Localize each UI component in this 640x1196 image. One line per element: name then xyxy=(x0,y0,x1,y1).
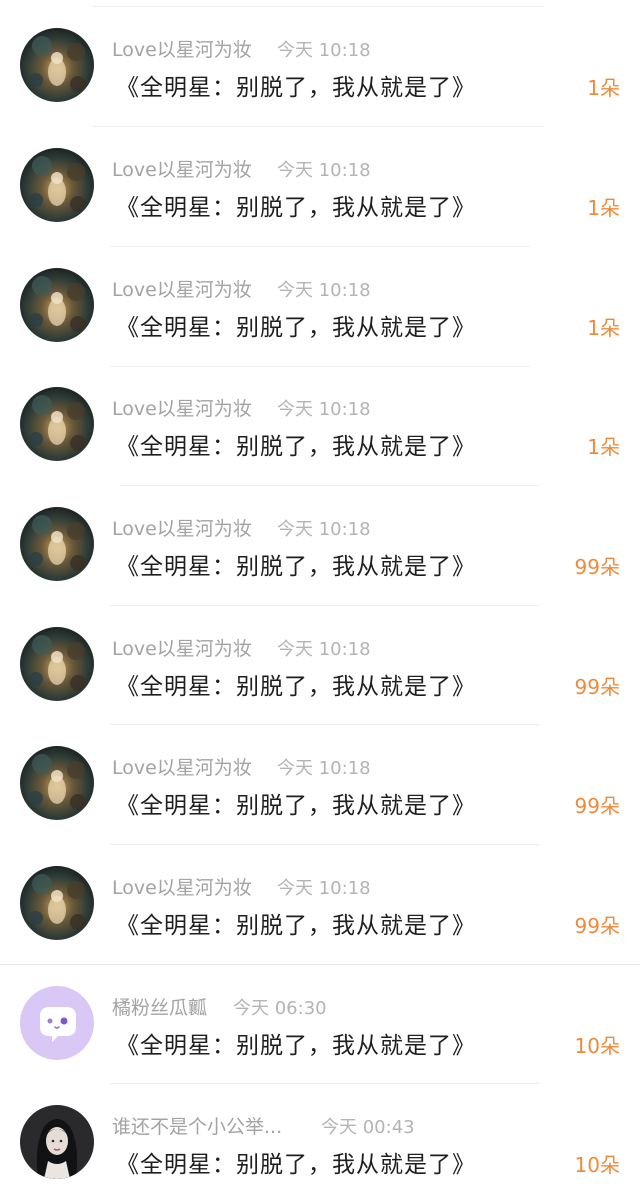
novel-title[interactable]: 《全明星：别脱了，我从就是了》 xyxy=(116,786,476,820)
sender-name[interactable]: Love以星河为妆 xyxy=(112,394,252,421)
list-item[interactable]: Love以星河为妆 今天 10:18 《全明星：别脱了，我从就是了》 99朵 xyxy=(0,599,640,718)
user-avatar[interactable] xyxy=(20,268,94,342)
galaxy-avatar-icon xyxy=(20,28,94,102)
flower-count: 1朵 xyxy=(587,196,620,220)
user-avatar[interactable] xyxy=(20,866,94,940)
list-item[interactable]: Love以星河为妆 今天 10:18 《全明星：别脱了，我从就是了》 1朵 xyxy=(0,0,640,119)
send-time: 今天 10:18 xyxy=(277,399,371,420)
flower-count: 1朵 xyxy=(587,316,620,340)
user-avatar[interactable] xyxy=(20,387,94,461)
novel-title[interactable]: 《全明星：别脱了，我从就是了》 xyxy=(116,1145,476,1179)
flower-count: 99朵 xyxy=(574,794,620,818)
sender-name[interactable]: 谁还不是个小公举... xyxy=(112,1112,282,1139)
flower-count: 1朵 xyxy=(587,76,620,100)
user-avatar[interactable] xyxy=(20,627,94,701)
user-avatar[interactable] xyxy=(20,148,94,222)
galaxy-avatar-icon xyxy=(20,268,94,342)
chat-bubble-avatar-icon xyxy=(20,986,94,1060)
sender-name[interactable]: Love以星河为妆 xyxy=(112,873,252,900)
user-avatar[interactable] xyxy=(20,1105,94,1179)
novel-title[interactable]: 《全明星：别脱了，我从就是了》 xyxy=(116,906,476,940)
sender-name[interactable]: Love以星河为妆 xyxy=(112,634,252,661)
list-item[interactable]: Love以星河为妆 今天 10:18 《全明星：别脱了，我从就是了》 99朵 xyxy=(0,718,640,837)
sender-name[interactable]: Love以星河为妆 xyxy=(112,155,252,182)
send-time: 今天 10:18 xyxy=(277,878,371,899)
sender-name[interactable]: Love以星河为妆 xyxy=(112,275,252,302)
list-item[interactable]: Love以星河为妆 今天 10:18 《全明星：别脱了，我从就是了》 99朵 xyxy=(0,838,640,957)
send-time: 今天 10:18 xyxy=(277,40,371,61)
user-avatar[interactable] xyxy=(20,507,94,581)
novel-title[interactable]: 《全明星：别脱了，我从就是了》 xyxy=(116,1026,476,1060)
send-time: 今天 10:18 xyxy=(277,280,371,301)
novel-title[interactable]: 《全明星：别脱了，我从就是了》 xyxy=(116,667,476,701)
list-item[interactable]: Love以星河为妆 今天 10:18 《全明星：别脱了，我从就是了》 1朵 xyxy=(0,240,640,359)
send-time: 今天 10:18 xyxy=(277,519,371,540)
galaxy-avatar-icon xyxy=(20,387,94,461)
user-avatar[interactable] xyxy=(20,746,94,820)
sender-name[interactable]: Love以星河为妆 xyxy=(112,753,252,780)
flower-count: 99朵 xyxy=(574,914,620,938)
galaxy-avatar-icon xyxy=(20,866,94,940)
flower-count: 99朵 xyxy=(574,555,620,579)
send-time: 今天 10:18 xyxy=(277,639,371,660)
user-avatar[interactable] xyxy=(20,28,94,102)
flower-count: 10朵 xyxy=(574,1034,620,1058)
send-time: 今天 10:18 xyxy=(277,758,371,779)
flower-count: 99朵 xyxy=(574,675,620,699)
flower-count: 10朵 xyxy=(574,1153,620,1177)
galaxy-avatar-icon xyxy=(20,507,94,581)
send-time: 今天 06:30 xyxy=(233,998,327,1019)
novel-title[interactable]: 《全明星：别脱了，我从就是了》 xyxy=(116,427,476,461)
list-item[interactable]: Love以星河为妆 今天 10:18 《全明星：别脱了，我从就是了》 1朵 xyxy=(0,120,640,239)
user-avatar[interactable] xyxy=(20,986,94,1060)
list-item[interactable]: 橘粉丝瓜瓤 今天 06:30 《全明星：别脱了，我从就是了》 10朵 xyxy=(0,958,640,1077)
novel-title[interactable]: 《全明星：别脱了，我从就是了》 xyxy=(116,68,476,102)
galaxy-avatar-icon xyxy=(20,746,94,820)
list-item[interactable]: Love以星河为妆 今天 10:18 《全明星：别脱了，我从就是了》 99朵 xyxy=(0,479,640,598)
send-time: 今天 10:18 xyxy=(277,160,371,181)
gift-record-list: Love以星河为妆 今天 10:18 《全明星：别脱了，我从就是了》 1朵 Lo… xyxy=(0,0,640,1195)
galaxy-avatar-icon xyxy=(20,148,94,222)
novel-title[interactable]: 《全明星：别脱了，我从就是了》 xyxy=(116,308,476,342)
send-time: 今天 00:43 xyxy=(321,1117,415,1138)
sender-name[interactable]: Love以星河为妆 xyxy=(112,35,252,62)
sender-name[interactable]: 橘粉丝瓜瓤 xyxy=(112,993,207,1020)
flower-count: 1朵 xyxy=(587,435,620,459)
girl-portrait-avatar-icon xyxy=(20,1105,94,1179)
list-item[interactable]: 谁还不是个小公举... 今天 00:43 《全明星：别脱了，我从就是了》 10朵 xyxy=(0,1077,640,1196)
novel-title[interactable]: 《全明星：别脱了，我从就是了》 xyxy=(116,188,476,222)
list-item[interactable]: Love以星河为妆 今天 10:18 《全明星：别脱了，我从就是了》 1朵 xyxy=(0,359,640,478)
novel-title[interactable]: 《全明星：别脱了，我从就是了》 xyxy=(116,547,476,581)
sender-name[interactable]: Love以星河为妆 xyxy=(112,514,252,541)
galaxy-avatar-icon xyxy=(20,627,94,701)
